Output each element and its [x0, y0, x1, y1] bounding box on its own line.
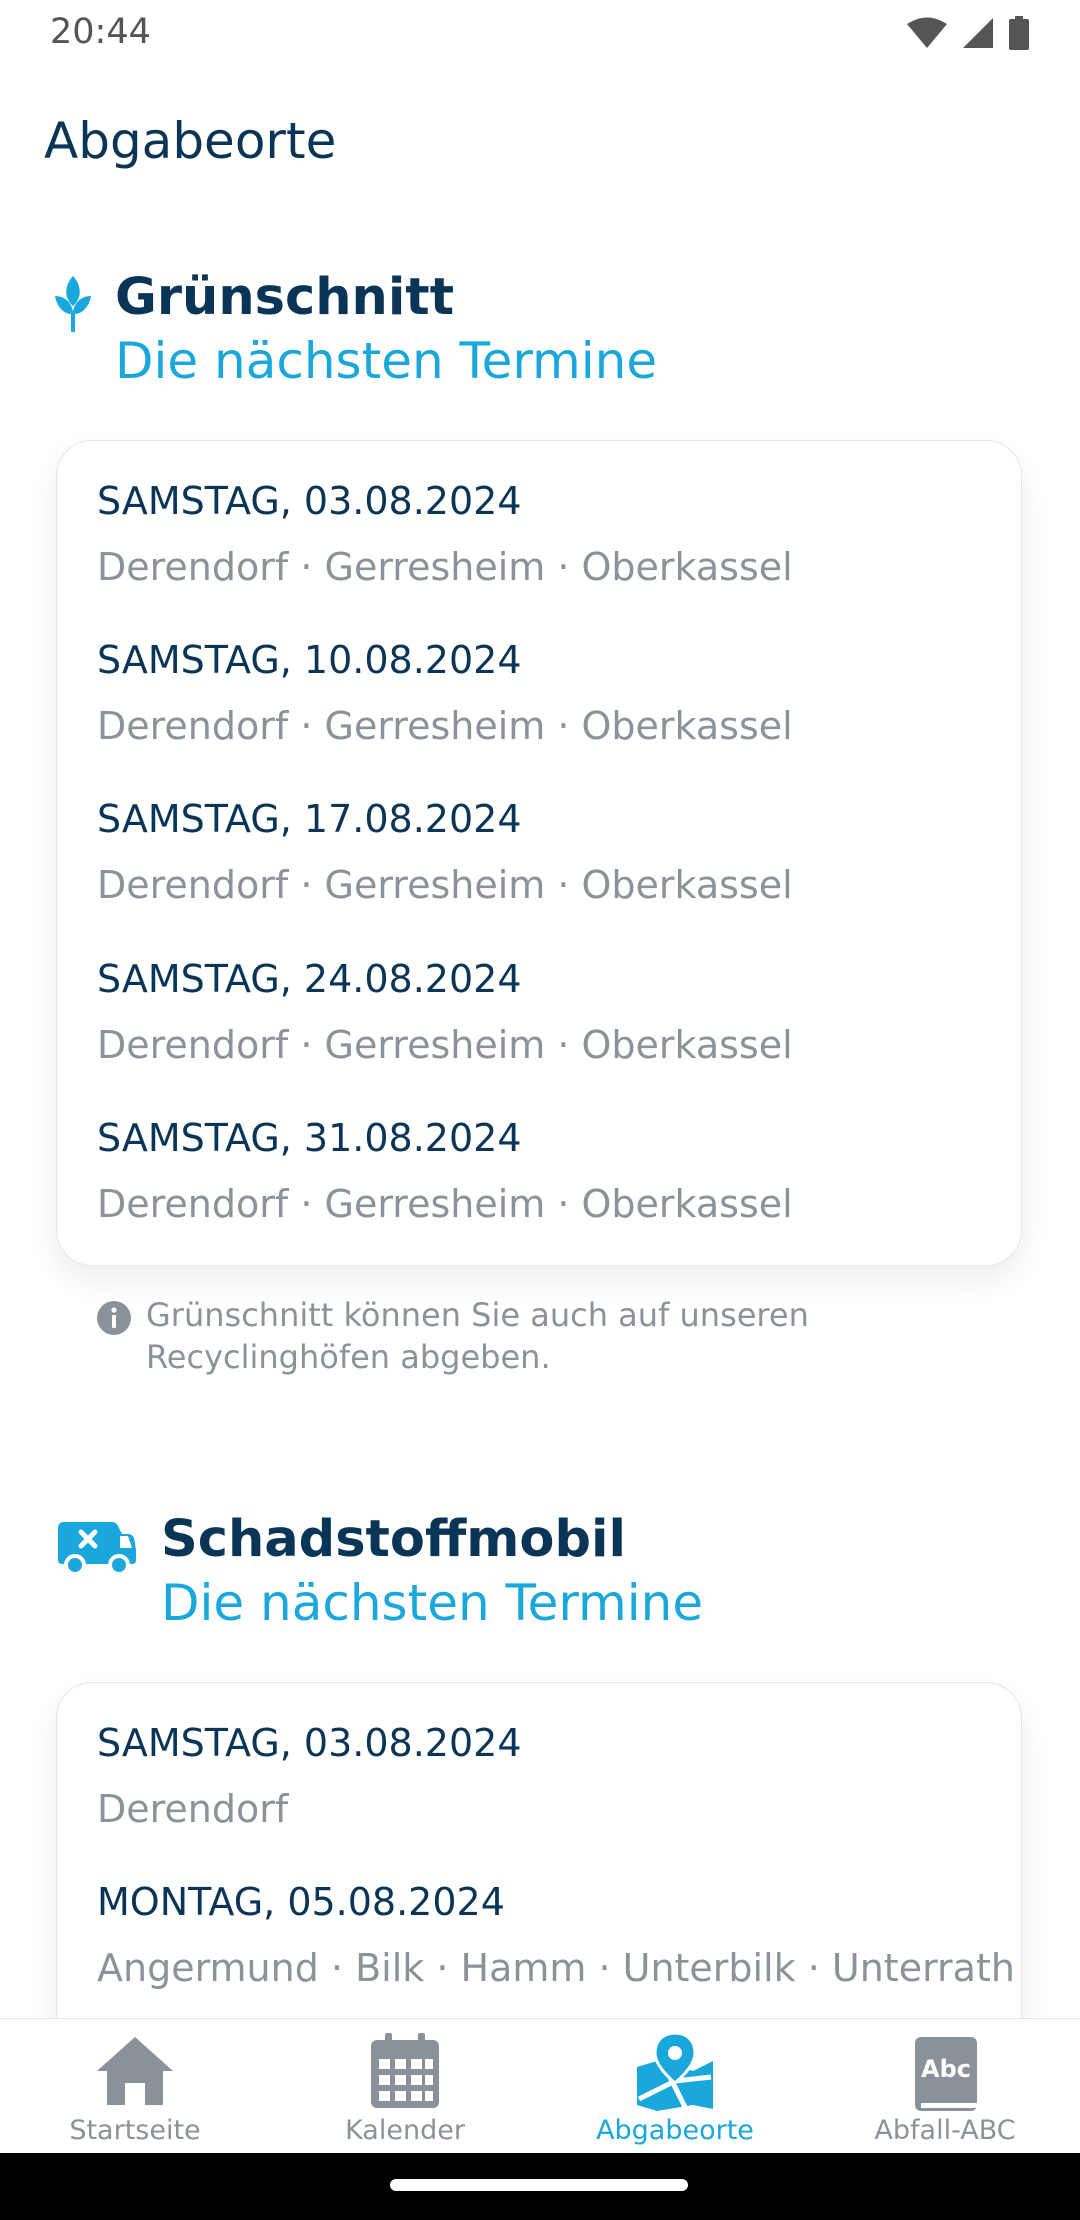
- battery-icon: [1008, 16, 1030, 54]
- truck-icon: [54, 1520, 138, 1580]
- dates-card-schadstoffmobil: SAMSTAG, 03.08.2024 Derendorf MONTAG, 05…: [56, 1682, 1022, 2018]
- list-item: SAMSTAG, 24.08.2024 Derendorf · Gerreshe…: [97, 957, 793, 1067]
- home-icon: [95, 2031, 175, 2111]
- leaf-icon: [52, 274, 94, 338]
- wifi-icon: [906, 17, 948, 53]
- list-item: SAMSTAG, 03.08.2024 Derendorf: [97, 1721, 522, 1831]
- content-scroll[interactable]: Abgabeorte Grünschnitt Die nächsten Term…: [0, 68, 1080, 2018]
- entry-date: SAMSTAG, 03.08.2024: [97, 479, 522, 523]
- entry-places: Derendorf · Gerresheim · Oberkassel: [97, 545, 793, 589]
- hint-text: Grünschnitt können Sie auch auf unseren …: [146, 1296, 809, 1376]
- bottom-navigation: Startseite Kalender Abgabeorte Abc Abfal…: [0, 2018, 1080, 2154]
- section-title: Grünschnitt: [115, 268, 455, 327]
- entry-places: Derendorf · Gerresheim · Oberkassel: [97, 1182, 793, 1226]
- status-time: 20:44: [50, 12, 151, 52]
- status-bar: 20:44: [0, 0, 1080, 68]
- calendar-icon: [365, 2031, 445, 2111]
- nav-label: Startseite: [69, 2115, 201, 2146]
- nav-label: Kalender: [345, 2115, 465, 2146]
- abc-icon-text: Abc: [921, 2055, 971, 2083]
- home-gesture-handle[interactable]: [390, 2179, 688, 2191]
- abc-book-icon: Abc: [905, 2031, 985, 2111]
- nav-item-abfall-abc[interactable]: Abc Abfall-ABC: [810, 2019, 1080, 2154]
- map-pin-icon: [635, 2031, 715, 2111]
- section-subtitle: Die nächsten Termine: [161, 1574, 704, 1632]
- gesture-bar: [0, 2153, 1080, 2220]
- nav-label: Abgabeorte: [596, 2115, 754, 2146]
- entry-places: Derendorf · Gerresheim · Oberkassel: [97, 1023, 793, 1067]
- signal-icon: [962, 17, 994, 53]
- section-title: Schadstoffmobil: [161, 1510, 626, 1569]
- section-subtitle: Die nächsten Termine: [115, 332, 658, 390]
- nav-label: Abfall-ABC: [874, 2115, 1016, 2146]
- entry-date: SAMSTAG, 03.08.2024: [97, 1721, 522, 1765]
- entry-places: Derendorf · Gerresheim · Oberkassel: [97, 704, 793, 748]
- entry-date: SAMSTAG, 24.08.2024: [97, 957, 522, 1001]
- entry-date: SAMSTAG, 31.08.2024: [97, 1116, 522, 1160]
- dates-card-gruenschnitt: SAMSTAG, 03.08.2024 Derendorf · Gerreshe…: [56, 440, 1022, 1266]
- list-item: SAMSTAG, 31.08.2024 Derendorf · Gerreshe…: [97, 1116, 793, 1226]
- nav-item-abgabeorte[interactable]: Abgabeorte: [540, 2019, 810, 2154]
- list-item: SAMSTAG, 10.08.2024 Derendorf · Gerreshe…: [97, 638, 793, 748]
- list-item: SAMSTAG, 03.08.2024 Derendorf · Gerreshe…: [97, 479, 793, 589]
- entry-date: MONTAG, 05.08.2024: [97, 1880, 505, 1924]
- page-title: Abgabeorte: [44, 112, 337, 170]
- list-item: SAMSTAG, 17.08.2024 Derendorf · Gerreshe…: [97, 797, 793, 907]
- nav-item-startseite[interactable]: Startseite: [0, 2019, 270, 2154]
- entry-date: SAMSTAG, 10.08.2024: [97, 638, 522, 682]
- entry-date: SAMSTAG, 17.08.2024: [97, 797, 522, 841]
- status-icons: [906, 16, 1030, 54]
- nav-item-kalender[interactable]: Kalender: [270, 2019, 540, 2154]
- entry-places: Derendorf · Gerresheim · Oberkassel: [97, 863, 793, 907]
- list-item: MONTAG, 05.08.2024 Angermund · Bilk · Ha…: [97, 1880, 1015, 1990]
- info-icon: [96, 1300, 132, 1340]
- entry-places: Derendorf: [97, 1787, 289, 1831]
- entry-places: Angermund · Bilk · Hamm · Unterbilk · Un…: [97, 1946, 1015, 1990]
